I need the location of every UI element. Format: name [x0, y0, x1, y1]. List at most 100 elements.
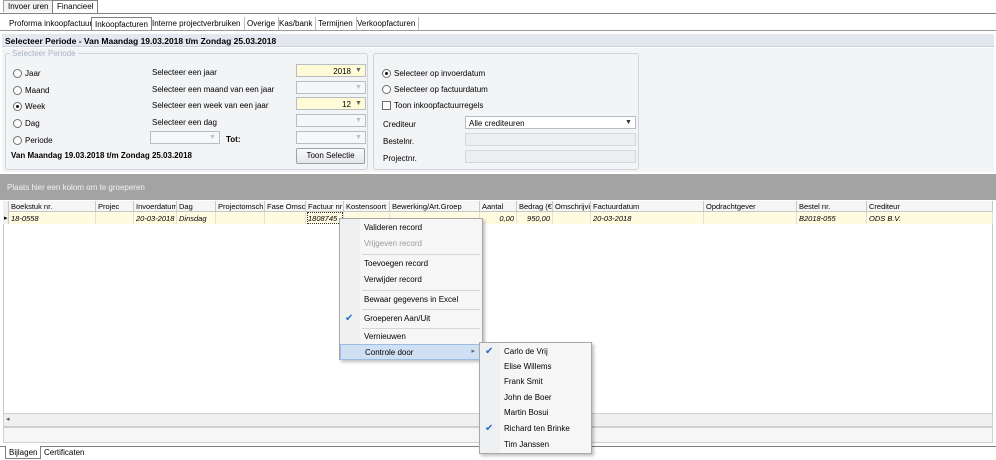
column-header[interactable]: Bewerking/Art.Groep [390, 201, 480, 212]
menu-verwijder-record[interactable]: Verwijder record [340, 272, 482, 288]
radio-jaar[interactable] [13, 69, 22, 78]
radio-week[interactable] [13, 102, 22, 111]
group-by-panel[interactable]: Plaats hier een kolom om te groeperen [0, 174, 996, 200]
menu-separator [362, 309, 480, 310]
week-select[interactable]: 12 ▼ [296, 97, 366, 110]
grid-cell[interactable]: 18-0558 [9, 212, 96, 224]
grid-cell[interactable] [265, 212, 306, 224]
menu-toevoegen-record[interactable]: Toevoegen record [340, 256, 482, 272]
year-select[interactable]: 2018 ▼ [296, 64, 366, 77]
grid-cell[interactable] [96, 212, 134, 224]
crediteur-value: Alle crediteuren [469, 119, 525, 128]
subtab-proforma[interactable]: Proforma inkoopfactuur [6, 17, 97, 30]
checkbox-inkoopfactuurregels-label: Toon inkoopfactuurregels [394, 101, 484, 110]
menu-controle-door[interactable]: Controle door ▸ [340, 344, 482, 360]
column-header[interactable]: Crediteur [867, 201, 993, 212]
tab-invoer-uren[interactable]: Invoer uren [3, 0, 54, 12]
grid-cell[interactable]: 0,00 [480, 212, 517, 224]
subtab-interne[interactable]: Interne projectverbruiken [149, 17, 245, 30]
period-groupbox-title: Selecteer Periode [10, 49, 78, 58]
column-header[interactable]: Bestel nr. [797, 201, 867, 212]
submenu-label: Carlo de Vrij [504, 347, 548, 356]
grid-cell[interactable] [553, 212, 591, 224]
grid-cell[interactable]: ODS B.V. [867, 212, 993, 224]
grid-cell[interactable]: 20-03-2018 [591, 212, 704, 224]
subtab-inkoopfacturen[interactable]: Inkoopfacturen [91, 17, 152, 30]
tab-divider [0, 13, 996, 14]
bestelnr-field[interactable] [465, 133, 636, 146]
column-header[interactable]: Projectomsch [216, 201, 265, 212]
week-label: Selecteer een week van een jaar [152, 101, 269, 110]
grid-cell[interactable]: 950,00 [517, 212, 553, 224]
chevron-down-icon: ▼ [625, 119, 632, 126]
submenu-elise-willems[interactable]: Elise Willems [480, 359, 591, 375]
grid-cell[interactable]: Dinsdag [177, 212, 216, 224]
menu-label: Toevoegen record [364, 259, 429, 268]
subtab-kasbank[interactable]: Kas/bank [276, 17, 317, 30]
radio-week-label: Week [25, 102, 46, 111]
radio-invoerdatum[interactable] [382, 69, 391, 78]
column-header[interactable]: Opdrachtgever [704, 201, 797, 212]
day-select[interactable]: ▼ [296, 114, 366, 127]
radio-maand-label: Maand [25, 86, 50, 95]
column-header[interactable]: Omschrijvin [553, 201, 591, 212]
checkmark-icon: ✔ [345, 313, 354, 324]
column-header[interactable]: Factuur nr [306, 201, 344, 212]
scroll-left-icon[interactable]: ◂ [6, 415, 10, 423]
chevron-down-icon: ▼ [355, 84, 362, 91]
context-menu: Valideren record Vrijgeven record Toevoe… [339, 218, 483, 360]
projectnr-field[interactable] [465, 150, 636, 163]
month-select[interactable]: ▼ [296, 81, 366, 94]
period-from-select[interactable]: ▼ [150, 131, 220, 144]
menu-vernieuwen[interactable]: Vernieuwen [340, 329, 482, 345]
column-header[interactable]: Boekstuk nr. [9, 201, 96, 212]
tot-label: Tot: [226, 135, 241, 144]
subtab-termijnen[interactable]: Termijnen [315, 17, 357, 30]
submenu-label: John de Boer [504, 393, 552, 402]
radio-maand[interactable] [13, 86, 22, 95]
grid-cell[interactable] [704, 212, 797, 224]
radio-periode[interactable] [13, 136, 22, 145]
grid-cell[interactable] [216, 212, 265, 224]
checkbox-inkoopfactuurregels[interactable] [382, 101, 391, 110]
toon-selectie-button[interactable]: Toon Selectie [296, 148, 365, 164]
week-value: 12 [342, 100, 351, 109]
radio-factuurdatum[interactable] [382, 85, 391, 94]
submenu-carlo-de-vrij[interactable]: ✔ Carlo de Vrij [480, 344, 591, 360]
column-header[interactable]: Fase Omsch [265, 201, 306, 212]
crediteur-select[interactable]: Alle crediteuren ▼ [465, 116, 636, 129]
crediteur-label: Crediteur [383, 120, 416, 129]
chevron-down-icon: ▼ [355, 134, 362, 141]
column-header[interactable]: Bedrag (€ [517, 201, 553, 212]
submenu-martin-bosui[interactable]: Martin Bosui [480, 405, 591, 421]
column-header[interactable]: Invoerdatum [134, 201, 177, 212]
tab-financieel[interactable]: Financieel [52, 0, 99, 13]
menu-label: Bewaar gegevens in Excel [364, 295, 459, 304]
tab-certificaten[interactable]: Certificaten [41, 446, 87, 459]
menu-valideren-record[interactable]: Valideren record [340, 220, 482, 236]
year-label: Selecteer een jaar [152, 68, 217, 77]
menu-groeperen[interactable]: ✔ Groeperen Aan/Uit [340, 311, 482, 327]
submenu-john-de-boer[interactable]: John de Boer [480, 390, 591, 406]
menu-bewaar-excel[interactable]: Bewaar gegevens in Excel [340, 292, 482, 308]
column-header[interactable]: Projec [96, 201, 134, 212]
column-header[interactable]: Kostensoort [344, 201, 390, 212]
column-header[interactable]: Factuurdatum [591, 201, 704, 212]
menu-vrijgeven-record: Vrijgeven record [340, 236, 482, 252]
period-to-select[interactable]: ▼ [296, 131, 366, 144]
submenu-tim-janssen[interactable]: Tim Janssen [480, 437, 591, 453]
submenu-frank-smit[interactable]: Frank Smit [480, 374, 591, 390]
column-header[interactable]: Dag [177, 201, 216, 212]
submenu-richard-ten-brinke[interactable]: ✔ Richard ten Brinke [480, 421, 591, 437]
radio-dag[interactable] [13, 119, 22, 128]
column-header[interactable]: Aantal [480, 201, 517, 212]
bestelnr-label: Bestelnr. [383, 137, 415, 146]
subtab-overige[interactable]: Overige [244, 17, 280, 30]
tab-bijlagen[interactable]: Bijlagen [5, 446, 42, 459]
checkmark-icon: ✔ [485, 346, 494, 357]
subtab-verkoopfacturen[interactable]: Verkoopfacturen [354, 17, 420, 30]
grid-cell[interactable]: B2018-055 [797, 212, 867, 224]
projectnr-label: Projectnr. [383, 154, 417, 163]
radio-jaar-label: Jaar [25, 69, 41, 78]
grid-cell[interactable]: 20-03-2018 [134, 212, 177, 224]
